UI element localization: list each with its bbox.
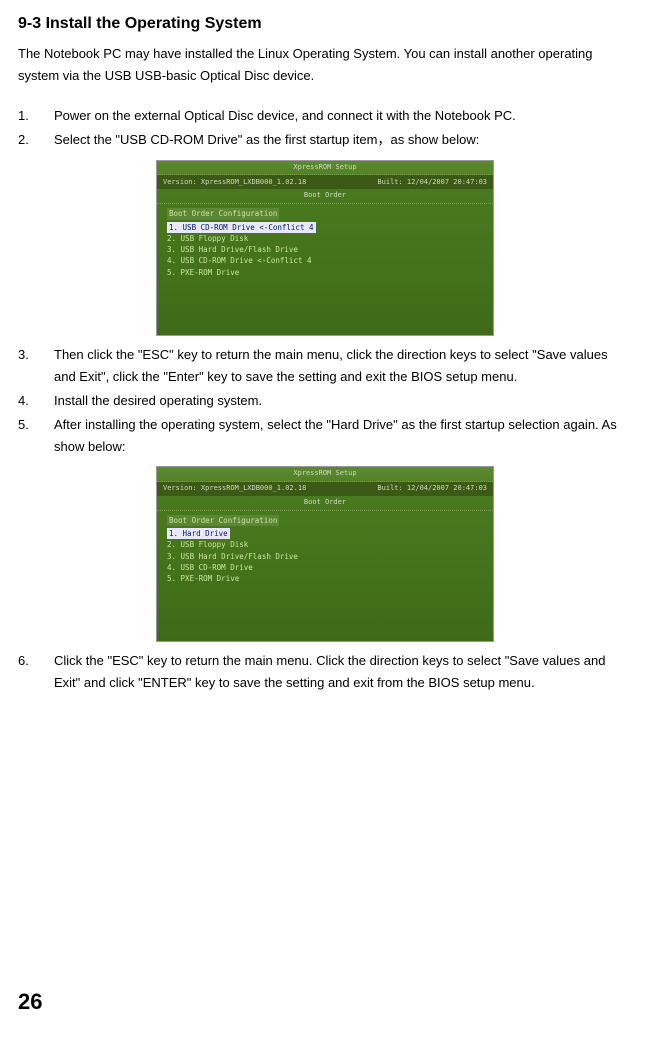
bios-item: 2. USB Floppy Disk: [167, 539, 483, 550]
bios-screenshot-2: XpressROM Setup Version: XpressROM_LXDB0…: [156, 466, 494, 642]
bios-item: 3. USB Hard Drive/Flash Drive: [167, 244, 483, 255]
step-number: 2.: [18, 129, 54, 151]
bios-top-title: XpressROM Setup: [157, 161, 493, 176]
bios-top-title: XpressROM Setup: [157, 467, 493, 482]
page-number: 26: [18, 983, 42, 1020]
step-row: 6. Click the "ESC" key to return the mai…: [18, 650, 632, 694]
step-row: 2. Select the "USB CD-ROM Drive" as the …: [18, 129, 632, 151]
intro-paragraph: The Notebook PC may have installed the L…: [18, 43, 632, 87]
step-text: Select the "USB CD-ROM Drive" as the fir…: [54, 129, 632, 151]
bios-built: Built: 12/04/2007 20:47:03: [377, 483, 487, 495]
bios-item-selected: 1. Hard Drive: [167, 528, 230, 539]
bios-item: 4. USB CD-ROM Drive: [167, 562, 483, 573]
step-row: 5. After installing the operating system…: [18, 414, 632, 458]
step-text: Then click the "ESC" key to return the m…: [54, 344, 632, 388]
step-text: Power on the external Optical Disc devic…: [54, 105, 632, 127]
bios-built: Built: 12/04/2007 20:47:03: [377, 177, 487, 189]
step-number: 4.: [18, 390, 54, 412]
step-text: After installing the operating system, s…: [54, 414, 632, 458]
bios-header: Version: XpressROM_LXDB000_1.02.18 Built…: [157, 482, 493, 496]
bios-content: Boot Order Configuration 1. USB CD-ROM D…: [157, 204, 493, 282]
section-heading: 9-3 Install the Operating System: [18, 10, 632, 37]
step-row: 1. Power on the external Optical Disc de…: [18, 105, 632, 127]
step-number: 5.: [18, 414, 54, 458]
bios-item: 3. USB Hard Drive/Flash Drive: [167, 551, 483, 562]
bios-item: 5. PXE-ROM Drive: [167, 573, 483, 584]
step-number: 1.: [18, 105, 54, 127]
bios-version: Version: XpressROM_LXDB000_1.02.18: [163, 483, 306, 495]
step-text: Click the "ESC" key to return the main m…: [54, 650, 632, 694]
bios-config-label: Boot Order Configuration: [167, 515, 279, 526]
bios-version: Version: XpressROM_LXDB000_1.02.18: [163, 177, 306, 189]
bios-screenshot-1: XpressROM Setup Version: XpressROM_LXDB0…: [156, 160, 494, 336]
bios-item-selected: 1. USB CD-ROM Drive <-Conflict 4: [167, 222, 316, 233]
bios-config-label: Boot Order Configuration: [167, 208, 279, 219]
bios-subtitle: Boot Order: [157, 496, 493, 511]
bios-content: Boot Order Configuration 1. Hard Drive 2…: [157, 511, 493, 589]
step-row: 4. Install the desired operating system.: [18, 390, 632, 412]
step-number: 3.: [18, 344, 54, 388]
bios-header: Version: XpressROM_LXDB000_1.02.18 Built…: [157, 175, 493, 189]
step-number: 6.: [18, 650, 54, 694]
bios-item: 5. PXE-ROM Drive: [167, 267, 483, 278]
step-text: Install the desired operating system.: [54, 390, 632, 412]
step-row: 3. Then click the "ESC" key to return th…: [18, 344, 632, 388]
bios-item: 4. USB CD-ROM Drive <-Conflict 4: [167, 255, 483, 266]
bios-item: 2. USB Floppy Disk: [167, 233, 483, 244]
bios-subtitle: Boot Order: [157, 189, 493, 204]
